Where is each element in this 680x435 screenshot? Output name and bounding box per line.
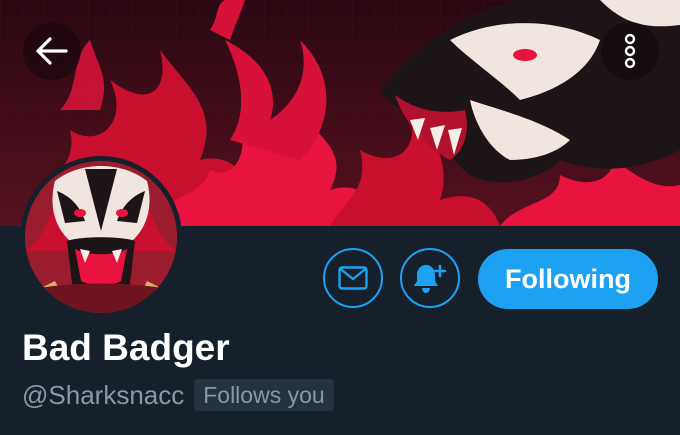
back-button[interactable]	[23, 22, 81, 80]
badger-avatar-art	[25, 161, 177, 313]
user-handle: @Sharksnacc	[22, 380, 185, 410]
handle-row: @Sharksnacc Follows you	[22, 378, 334, 412]
arrow-left-icon	[36, 37, 68, 65]
message-button[interactable]	[323, 248, 383, 308]
bell-plus-icon	[414, 264, 447, 293]
display-name: Bad Badger	[22, 327, 230, 368]
more-vertical-icon	[624, 33, 636, 69]
follows-you-badge: Follows you	[194, 379, 334, 411]
notifications-button[interactable]	[400, 248, 460, 308]
following-button[interactable]: Following	[478, 249, 658, 309]
mail-icon	[338, 266, 368, 290]
more-options-button[interactable]	[601, 22, 659, 80]
avatar-image	[25, 161, 177, 313]
avatar[interactable]	[20, 156, 182, 318]
